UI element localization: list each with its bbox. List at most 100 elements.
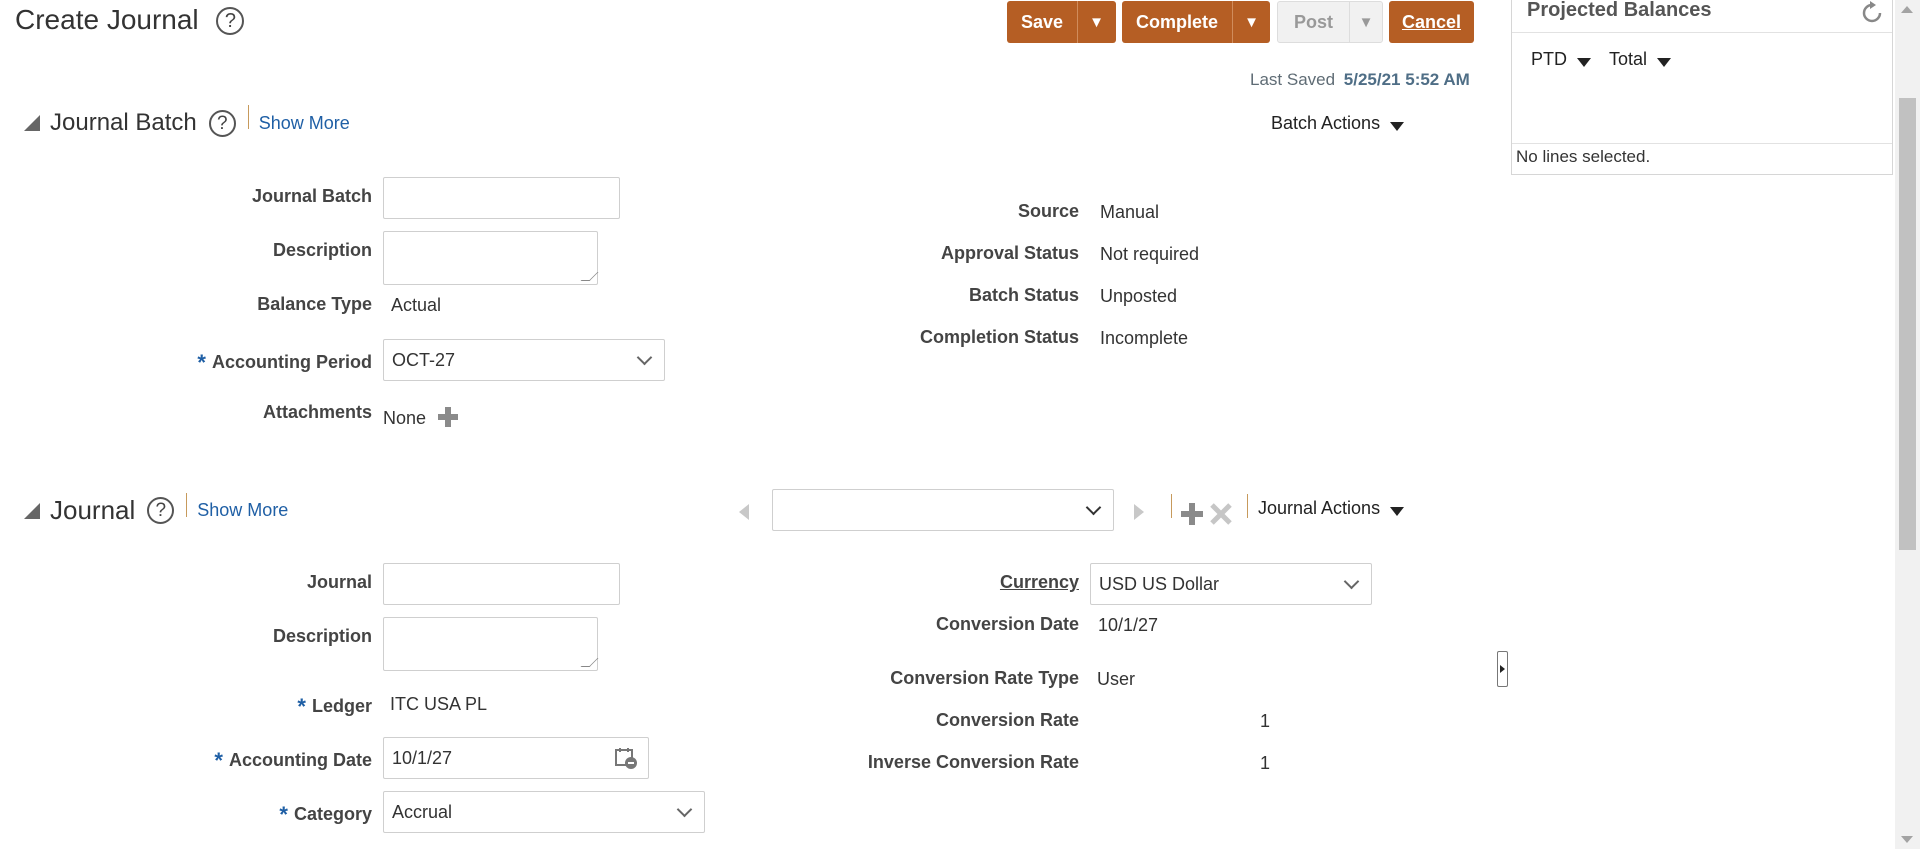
ledger-value: ITC USA PL <box>390 694 488 714</box>
calendar-icon[interactable] <box>614 746 638 770</box>
category-label-text: Category <box>293 804 372 824</box>
batch-status-label: Batch Status <box>968 285 1079 305</box>
scroll-up-icon[interactable] <box>1901 6 1913 13</box>
cancel-button[interactable]: Cancel <box>1389 1 1474 43</box>
save-dropdown-icon[interactable]: ▼ <box>1077 1 1115 43</box>
conversion-date-label: Conversion Date <box>935 614 1079 634</box>
last-saved-label: Last Saved <box>1250 70 1336 89</box>
completion-status-value: Incomplete <box>1100 328 1189 348</box>
conversion-rate-label: Conversion Rate <box>935 710 1079 730</box>
chevron-down-icon <box>636 349 653 366</box>
conversion-rate-type-label: Conversion Rate Type <box>890 668 1079 688</box>
accounting-period-label: * Accounting Period <box>197 348 372 375</box>
accounting-date-value: 10/1/27 <box>392 747 453 768</box>
complete-button[interactable]: Complete ▼ <box>1122 1 1270 43</box>
post-button-label: Post <box>1294 11 1334 32</box>
currency-value: USD US Dollar <box>1099 573 1220 594</box>
journal-description-field[interactable] <box>383 617 598 671</box>
batch-actions-menu[interactable]: Batch Actions <box>1271 113 1405 134</box>
divider <box>1171 494 1172 518</box>
journal-header: Journal ? Show More <box>24 492 288 526</box>
accounting-period-value: OCT-27 <box>392 349 456 370</box>
chevron-down-icon <box>676 801 693 818</box>
last-saved-value: 5/25/21 5:52 AM <box>1343 70 1470 89</box>
save-button[interactable]: Save ▼ <box>1007 1 1116 43</box>
scrollbar-thumb[interactable] <box>1899 98 1916 550</box>
balance-type-label: Balance Type <box>257 294 372 314</box>
x-icon[interactable] <box>1209 502 1233 526</box>
save-button-label: Save <box>1021 11 1064 32</box>
accounting-period-select[interactable]: OCT-27 <box>383 339 665 381</box>
conversion-date-value: 10/1/27 <box>1098 615 1159 635</box>
scroll-down-icon[interactable] <box>1901 836 1913 843</box>
divider <box>247 105 249 129</box>
collapse-triangle-icon[interactable] <box>24 502 40 519</box>
previous-journal-icon[interactable] <box>737 502 751 522</box>
attachments-none: None <box>383 408 427 428</box>
plus-icon[interactable] <box>437 406 459 428</box>
category-select[interactable]: Accrual <box>383 791 705 833</box>
total-label: Total <box>1609 49 1648 69</box>
ptd-menu[interactable]: PTD <box>1531 49 1591 70</box>
attachments-value: None <box>383 402 459 429</box>
journal-batch-title: Journal Batch <box>50 109 197 136</box>
vertical-scrollbar[interactable] <box>1895 0 1920 849</box>
post-button[interactable]: Post ▼ <box>1277 1 1383 43</box>
accounting-date-input[interactable]: 10/1/27 <box>383 737 649 779</box>
journal-batch-label: Journal Batch <box>251 186 372 206</box>
journal-label: Journal <box>306 572 372 592</box>
panel-splitter-handle[interactable] <box>1497 651 1508 687</box>
accounting-date-label-text: Accounting Date <box>228 750 372 770</box>
ledger-label: * Ledger <box>297 692 372 719</box>
cancel-button-label: Cancel <box>1401 11 1462 32</box>
show-more-link[interactable]: Show More <box>197 500 288 521</box>
journal-batch-input[interactable] <box>383 177 620 219</box>
description-label: Description <box>272 626 372 646</box>
last-saved: Last Saved 5/25/21 5:52 AM <box>1250 70 1470 90</box>
batch-description-field[interactable] <box>383 231 598 285</box>
help-icon[interactable]: ? <box>216 7 245 35</box>
collapse-triangle-icon[interactable] <box>24 115 40 131</box>
conversion-rate-value: 1 <box>1260 711 1271 731</box>
complete-dropdown-icon[interactable]: ▼ <box>1232 1 1270 43</box>
description-label: Description <box>272 240 372 260</box>
refresh-icon[interactable] <box>1860 1 1884 25</box>
ptd-label: PTD <box>1531 49 1567 69</box>
category-label: * Category <box>279 800 372 827</box>
required-indicator: * <box>297 694 306 719</box>
batch-actions-label: Batch Actions <box>1271 113 1381 133</box>
approval-status-value: Not required <box>1100 244 1200 264</box>
chevron-down-icon <box>1343 573 1360 590</box>
plus-icon[interactable] <box>1180 502 1204 526</box>
no-lines-message: No lines selected. <box>1516 147 1651 166</box>
category-value: Accrual <box>392 801 453 822</box>
journal-actions-label: Journal Actions <box>1258 498 1381 518</box>
accounting-date-label: * Accounting Date <box>214 746 372 773</box>
next-journal-icon[interactable] <box>1132 502 1146 522</box>
journal-name-input[interactable] <box>383 563 620 605</box>
dropdown-triangle-icon <box>1390 507 1405 516</box>
completion-status-label: Completion Status <box>919 327 1079 347</box>
post-dropdown-icon[interactable]: ▼ <box>1349 2 1382 42</box>
page-title: Create Journal ? <box>15 4 245 37</box>
journal-title: Journal <box>50 495 136 525</box>
projected-balances-panel: Projected Balances PTD Total No lines se… <box>1511 0 1893 175</box>
divider <box>186 492 188 517</box>
dropdown-triangle-icon <box>1657 58 1672 67</box>
currency-select[interactable]: USD US Dollar <box>1090 563 1372 605</box>
divider <box>1512 32 1892 33</box>
total-menu[interactable]: Total <box>1609 49 1672 70</box>
chevron-down-icon <box>1085 499 1102 516</box>
inverse-conversion-rate-value: 1 <box>1260 753 1271 773</box>
source-label: Source <box>1017 201 1079 221</box>
show-more-link[interactable]: Show More <box>259 113 350 134</box>
journal-selector[interactable] <box>772 489 1114 531</box>
help-icon[interactable]: ? <box>208 109 236 137</box>
page-title-text: Create Journal <box>15 4 199 35</box>
inverse-conversion-rate-label: Inverse Conversion Rate <box>867 752 1079 772</box>
dropdown-triangle-icon <box>1577 58 1591 67</box>
conversion-rate-type-value: User <box>1097 669 1136 689</box>
help-icon[interactable]: ? <box>147 497 175 524</box>
journal-actions-menu[interactable]: Journal Actions <box>1258 498 1405 519</box>
projected-balances-title: Projected Balances <box>1527 0 1712 21</box>
